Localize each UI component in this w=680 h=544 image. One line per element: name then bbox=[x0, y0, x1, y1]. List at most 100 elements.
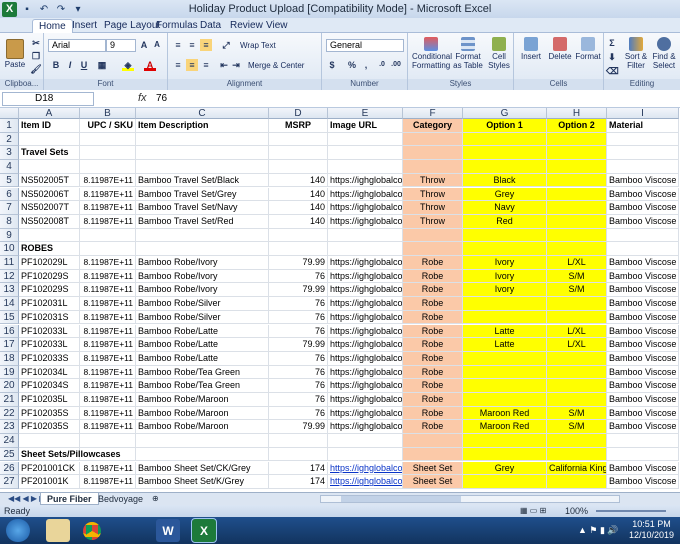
cell-D23[interactable]: 79.99 bbox=[269, 420, 328, 435]
cell-I3[interactable] bbox=[607, 146, 679, 161]
cell-I16[interactable]: Bamboo Viscose bbox=[607, 324, 679, 339]
cell-G10[interactable] bbox=[463, 242, 547, 256]
cell-G11[interactable]: Ivory bbox=[463, 256, 547, 270]
cell-E26[interactable]: https://ighglobalco bbox=[328, 461, 403, 476]
cell-H17[interactable]: L/XL bbox=[547, 338, 607, 352]
cell-D15[interactable]: 76 bbox=[269, 310, 328, 325]
fx-icon[interactable]: fx bbox=[138, 92, 147, 104]
cell-G18[interactable] bbox=[463, 351, 547, 366]
cell-B3[interactable] bbox=[80, 146, 136, 161]
cell-A7[interactable]: NS502007T bbox=[19, 201, 80, 215]
zoom-slider[interactable] bbox=[596, 510, 666, 512]
number-format-select[interactable]: General bbox=[326, 39, 404, 52]
cell-A18[interactable]: PF102033S bbox=[19, 351, 80, 366]
cell-B20[interactable]: 8.11987E+11 bbox=[80, 379, 136, 393]
cell-F7[interactable]: Throw bbox=[403, 201, 463, 215]
cell-F17[interactable]: Robe bbox=[403, 338, 463, 352]
row-header[interactable]: 18 bbox=[0, 351, 19, 366]
cell-D6[interactable]: 140 bbox=[269, 187, 328, 202]
cell-I17[interactable]: Bamboo Viscose bbox=[607, 338, 679, 352]
cell-B19[interactable]: 8.11987E+11 bbox=[80, 365, 136, 380]
cell-I2[interactable] bbox=[607, 132, 679, 147]
cell-G4[interactable] bbox=[463, 160, 547, 174]
row-header[interactable]: 26 bbox=[0, 461, 19, 476]
cell-D8[interactable]: 140 bbox=[269, 214, 328, 229]
row-header[interactable]: 24 bbox=[0, 434, 19, 448]
cell-I1[interactable]: Material bbox=[607, 119, 679, 133]
autosum-icon[interactable]: Σ bbox=[606, 37, 618, 49]
cell-C2[interactable] bbox=[136, 132, 269, 147]
decrease-decimal-icon[interactable]: .00 bbox=[390, 59, 402, 71]
cell-C22[interactable]: Bamboo Robe/Maroon bbox=[136, 406, 269, 421]
cell-B18[interactable]: 8.11987E+11 bbox=[80, 351, 136, 366]
cell-D14[interactable]: 76 bbox=[269, 297, 328, 311]
cell-C6[interactable]: Bamboo Travel Set/Grey bbox=[136, 187, 269, 202]
file-explorer-icon[interactable] bbox=[46, 519, 70, 542]
cell-G3[interactable] bbox=[463, 146, 547, 161]
cell-F22[interactable]: Robe bbox=[403, 406, 463, 421]
cell-I26[interactable]: Bamboo Viscose bbox=[607, 461, 679, 476]
cell-F12[interactable]: Robe bbox=[403, 269, 463, 284]
cell-H15[interactable] bbox=[547, 310, 607, 325]
cell-G7[interactable]: Navy bbox=[463, 201, 547, 215]
cell-E11[interactable]: https://ighglobalcorp.c bbox=[328, 256, 403, 270]
cell-H19[interactable] bbox=[547, 365, 607, 380]
cell-F26[interactable]: Sheet Set bbox=[403, 461, 463, 476]
percent-icon[interactable]: % bbox=[346, 59, 358, 71]
cell-D18[interactable]: 76 bbox=[269, 351, 328, 366]
cell-G19[interactable] bbox=[463, 365, 547, 380]
cell-A9[interactable] bbox=[19, 228, 80, 243]
cell-H27[interactable] bbox=[547, 475, 607, 489]
delete-cells-button[interactable]: Delete bbox=[546, 37, 574, 61]
cell-D24[interactable] bbox=[269, 434, 328, 448]
cell-B26[interactable]: 8.11987E+11 bbox=[80, 461, 136, 476]
cell-G13[interactable]: Ivory bbox=[463, 283, 547, 298]
cell-I5[interactable]: Bamboo Viscose bbox=[607, 173, 679, 188]
cell-H11[interactable]: L/XL bbox=[547, 256, 607, 270]
cell-F21[interactable]: Robe bbox=[403, 393, 463, 407]
cell-I6[interactable]: Bamboo Viscose bbox=[607, 187, 679, 202]
cell-H13[interactable]: S/M bbox=[547, 283, 607, 298]
cell-E23[interactable]: https://ighglobalcorp.c bbox=[328, 420, 403, 435]
row-header[interactable]: 6 bbox=[0, 187, 19, 202]
row-header[interactable]: 21 bbox=[0, 393, 19, 407]
sheet-tab-pure-fiber[interactable]: Pure Fiber bbox=[40, 493, 99, 505]
cell-H3[interactable] bbox=[547, 146, 607, 161]
cell-G8[interactable]: Red bbox=[463, 214, 547, 229]
cell-E17[interactable]: https://ighglobalcorp.c bbox=[328, 338, 403, 352]
cell-B21[interactable]: 8.11987E+11 bbox=[80, 393, 136, 407]
cell-E24[interactable] bbox=[328, 434, 403, 448]
cell-C3[interactable] bbox=[136, 146, 269, 161]
cell-E15[interactable]: https://ighglobalcorp.c bbox=[328, 310, 403, 325]
grow-font-icon[interactable]: A bbox=[138, 39, 150, 51]
cell-A26[interactable]: PF201001CK bbox=[19, 461, 80, 476]
row-header[interactable]: 17 bbox=[0, 338, 19, 352]
column-header[interactable]: G bbox=[463, 108, 547, 119]
cell-B17[interactable]: 8.11987E+11 bbox=[80, 338, 136, 352]
cell-E25[interactable] bbox=[328, 447, 403, 462]
cell-H7[interactable] bbox=[547, 201, 607, 215]
cell-I14[interactable]: Bamboo Viscose bbox=[607, 297, 679, 311]
cell-C16[interactable]: Bamboo Robe/Latte bbox=[136, 324, 269, 339]
select-all-corner[interactable] bbox=[0, 108, 19, 119]
cell-H25[interactable] bbox=[547, 447, 607, 462]
cell-E6[interactable]: https://ighglobalcorp.c bbox=[328, 187, 403, 202]
cell-A8[interactable]: NS502008T bbox=[19, 214, 80, 229]
cell-I27[interactable]: Bamboo Viscose bbox=[607, 475, 679, 489]
cell-E3[interactable] bbox=[328, 146, 403, 161]
cell-G20[interactable] bbox=[463, 379, 547, 393]
cell-B12[interactable]: 8.11987E+11 bbox=[80, 269, 136, 284]
cell-F6[interactable]: Throw bbox=[403, 187, 463, 202]
cell-D25[interactable] bbox=[269, 447, 328, 462]
cell-B11[interactable]: 8.11987E+11 bbox=[80, 256, 136, 270]
cell-C23[interactable]: Bamboo Robe/Maroon bbox=[136, 420, 269, 435]
cell-I24[interactable] bbox=[607, 434, 679, 448]
zoom-level[interactable]: 100% bbox=[565, 505, 588, 517]
cell-B13[interactable]: 8.11987E+11 bbox=[80, 283, 136, 298]
row-header[interactable]: 1 bbox=[0, 119, 19, 133]
cell-A23[interactable]: PF102035S bbox=[19, 420, 80, 435]
borders-icon[interactable]: ▦ bbox=[96, 59, 108, 71]
cell-E18[interactable]: https://ighglobalcorp.c bbox=[328, 351, 403, 366]
cell-E19[interactable]: https://ighglobalcorp.c bbox=[328, 365, 403, 380]
cell-I4[interactable] bbox=[607, 160, 679, 174]
